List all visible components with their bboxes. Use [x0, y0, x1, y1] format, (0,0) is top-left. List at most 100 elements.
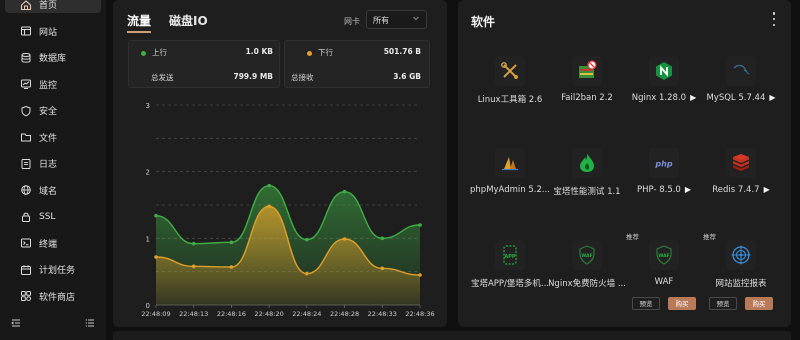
- ssl-icon: [20, 211, 32, 223]
- app-name: 网站监控报表: [715, 279, 767, 289]
- x-tick-label: 22:48:13: [179, 310, 208, 318]
- folder-icon: [20, 131, 32, 143]
- y-tick-label: 0: [146, 302, 150, 310]
- buy-button[interactable]: 购买: [745, 297, 773, 310]
- down-data-point: [305, 271, 309, 276]
- sidebar-item-logs[interactable]: 日志: [5, 151, 101, 178]
- shield-icon: [20, 105, 32, 117]
- sidebar-item-label: 数据库: [39, 54, 67, 65]
- collapse-sidebar-icon[interactable]: [11, 313, 21, 332]
- down-data-point: [267, 204, 271, 209]
- play-icon[interactable]: ▶: [685, 185, 691, 194]
- home-icon: [20, 0, 32, 11]
- x-tick-label: 22:48:33: [368, 310, 397, 318]
- globe-icon: [20, 184, 32, 196]
- app-name: Redis 7.4.7 ▶: [696, 185, 786, 195]
- sidebar: 首页 网站 数据库 监控 安全 文件 日志 域名 SSL 终端 计划任务 软件商…: [0, 0, 106, 340]
- sidebar-item-database[interactable]: 数据库: [5, 45, 101, 72]
- sidebar-item-label: 文件: [39, 133, 58, 144]
- svg-text:WAF: WAF: [581, 253, 592, 259]
- sidebar-item-label: 网站: [39, 27, 58, 38]
- app-benchmark[interactable]: 宝塔性能测试 1.1: [548, 148, 626, 228]
- up-data-point: [191, 241, 196, 246]
- mysql-icon: [726, 56, 756, 86]
- app-name-text: Nginx 1.28.0: [631, 93, 687, 103]
- sidebar-item-domain[interactable]: 域名: [5, 177, 101, 204]
- play-icon[interactable]: ▶: [764, 185, 770, 194]
- up-data-point: [267, 183, 271, 188]
- sidebar-item-security[interactable]: 安全: [5, 98, 101, 125]
- down-data-point: [229, 265, 234, 269]
- svg-text:php: php: [654, 160, 672, 169]
- traffic-chart: 0 1 2 3 22:48:09 22:48:13 22:48:16 22:48:20 22:4…: [141, 102, 434, 318]
- more-vertical-icon[interactable]: [771, 12, 777, 26]
- waf-icon: WAF: [649, 240, 679, 270]
- app-bt-app[interactable]: APP 宝塔APP/堡塔多机...: [471, 240, 549, 320]
- sidebar-footer: [0, 313, 106, 332]
- sidebar-item-label: 计划任务: [39, 266, 76, 277]
- sidebar-item-label: 监控: [39, 80, 58, 91]
- app-icon: APP: [495, 240, 525, 270]
- app-php[interactable]: php PHP- 8.5.0 ▶: [625, 148, 703, 228]
- x-tick-label: 22:48:09: [141, 310, 170, 318]
- sidebar-item-label: 终端: [39, 239, 58, 250]
- software-panel: 软件 Linux工具箱 2.6 Fail2ban 2.2 Nginx 1.28.…: [458, 0, 791, 327]
- sidebar-item-label: 域名: [39, 186, 58, 197]
- website-icon: [20, 25, 32, 37]
- x-tick-label: 22:48:28: [330, 310, 359, 318]
- redis-icon: [726, 148, 756, 178]
- preview-button[interactable]: 预览: [709, 297, 737, 310]
- sidebar-item-cron[interactable]: 计划任务: [5, 257, 101, 284]
- app-phpmyadmin[interactable]: phpMyAdmin 5.2...: [470, 148, 550, 228]
- sidebar-item-website[interactable]: 网站: [5, 18, 101, 45]
- sidebar-item-label: 安全: [39, 107, 58, 118]
- sidebar-item-label: 首页: [39, 1, 58, 11]
- log-icon: [20, 158, 32, 170]
- down-data-point: [418, 273, 422, 277]
- y-tick-label: 3: [146, 102, 150, 110]
- app-site-monitor[interactable]: 推荐 网站监控报表 预览 购买: [702, 233, 780, 320]
- app-mysql[interactable]: MySQL 5.7.44 ▶: [702, 56, 780, 136]
- up-data-point: [418, 223, 422, 227]
- down-data-point: [191, 264, 196, 269]
- up-data-point: [154, 213, 158, 218]
- sidebar-nav: 首页 网站 数据库 监控 安全 文件 日志 域名 SSL 终端 计划任务 软件商…: [5, 0, 101, 310]
- sidebar-item-label: SSL: [39, 211, 56, 222]
- svg-text:WAF: WAF: [658, 253, 669, 259]
- app-linux-toolbox[interactable]: Linux工具箱 2.6: [471, 56, 549, 136]
- site-monitor-icon: [726, 240, 756, 270]
- svg-text:APP: APP: [504, 254, 516, 260]
- nginx-icon: [649, 56, 679, 86]
- app-nginx-waf[interactable]: WAF Nginx免费防火墙 ...: [548, 240, 626, 320]
- app-waf[interactable]: 推荐 WAF WAF 预览 购买: [625, 233, 703, 320]
- up-data-point: [229, 240, 234, 245]
- calendar-icon: [20, 264, 32, 276]
- php-icon: php: [649, 148, 679, 178]
- sidebar-item-terminal[interactable]: 终端: [5, 230, 101, 257]
- down-data-point: [154, 255, 158, 259]
- y-tick-label: 2: [146, 169, 150, 177]
- app-name-text: Redis 7.4.7: [712, 185, 760, 195]
- preview-button[interactable]: 预览: [632, 297, 660, 310]
- up-data-point: [342, 189, 347, 194]
- app-name: MySQL 5.7.44 ▶: [696, 93, 786, 103]
- app-nginx[interactable]: Nginx 1.28.0 ▶: [625, 56, 703, 136]
- app-name-text: PHP- 8.5.0: [636, 185, 681, 195]
- sidebar-item-ssl[interactable]: SSL: [5, 204, 101, 231]
- recommend-badge: 推荐: [703, 233, 716, 241]
- buy-button[interactable]: 购买: [668, 297, 696, 310]
- play-icon[interactable]: ▶: [769, 93, 775, 102]
- sidebar-item-store[interactable]: 软件商店: [5, 283, 101, 310]
- benchmark-icon: [572, 148, 602, 178]
- sidebar-item-home[interactable]: 首页: [5, 0, 101, 13]
- recommend-badge: 推荐: [626, 233, 639, 241]
- sidebar-item-files[interactable]: 文件: [5, 124, 101, 151]
- app-fail2ban[interactable]: Fail2ban 2.2: [548, 56, 626, 136]
- sidebar-item-monitor[interactable]: 监控: [5, 71, 101, 98]
- tools-icon: [495, 56, 525, 86]
- x-tick-label: 22:48:24: [292, 310, 321, 318]
- database-icon: [20, 52, 32, 64]
- monitor-icon: [20, 78, 32, 90]
- menu-list-icon[interactable]: [85, 313, 95, 332]
- app-redis[interactable]: Redis 7.4.7 ▶: [702, 148, 780, 228]
